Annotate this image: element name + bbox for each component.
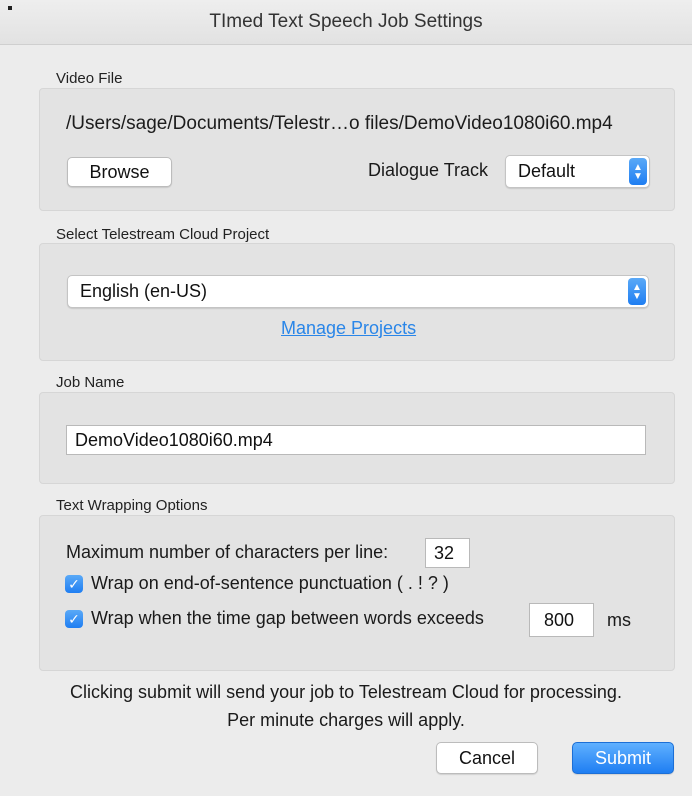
video-file-group [39, 88, 675, 211]
wrap-time-gap-checkbox[interactable]: ✓ [65, 610, 83, 628]
video-path: /Users/sage/Documents/Telestr…o files/De… [66, 113, 613, 134]
cloud-project-value: English (en-US) [80, 281, 208, 301]
window-corner-marker [8, 6, 12, 10]
browse-button[interactable]: Browse [67, 157, 172, 187]
cloud-project-label: Select Telestream Cloud Project [56, 226, 270, 243]
submit-info-line1: Clicking submit will send your job to Te… [70, 682, 622, 702]
video-file-label: Video File [56, 70, 123, 87]
dialogue-track-label: Dialogue Track [368, 160, 489, 180]
dialogue-track-value: Default [518, 161, 576, 181]
dialogue-track-select[interactable]: Default ▲ ▼ [505, 155, 650, 188]
wrap-punctuation-label: Wrap on end-of-sentence punctuation ( . … [91, 573, 449, 593]
text-wrapping-label: Text Wrapping Options [56, 497, 208, 514]
checkmark-icon: ✓ [68, 576, 80, 592]
manage-projects-link[interactable]: Manage Projects [281, 318, 416, 339]
max-chars-input[interactable]: 32 [425, 538, 470, 568]
wrap-punctuation-checkbox[interactable]: ✓ [65, 575, 83, 593]
time-gap-input[interactable]: 800 [529, 603, 594, 637]
window-title: TImed Text Speech Job Settings [209, 11, 483, 32]
job-name-input[interactable]: DemoVideo1080i60.mp4 [66, 425, 646, 455]
job-name-label: Job Name [56, 374, 125, 391]
cloud-project-select[interactable]: English (en-US) ▲ ▼ [67, 275, 649, 308]
submit-button[interactable]: Submit [572, 742, 674, 774]
time-gap-unit: ms [607, 610, 631, 630]
submit-info-line2: Per minute charges will apply. [227, 710, 465, 730]
cancel-button[interactable]: Cancel [436, 742, 538, 774]
select-arrows-icon: ▲ ▼ [629, 158, 647, 185]
wrap-time-gap-label: Wrap when the time gap between words exc… [91, 608, 484, 628]
max-chars-label: Maximum number of characters per line: [66, 542, 389, 562]
title-bar[interactable]: TImed Text Speech Job Settings [0, 0, 692, 45]
dialog-window: TImed Text Speech Job Settings Video Fil… [0, 0, 692, 796]
checkmark-icon: ✓ [68, 611, 80, 627]
select-arrows-icon: ▲ ▼ [628, 278, 646, 305]
